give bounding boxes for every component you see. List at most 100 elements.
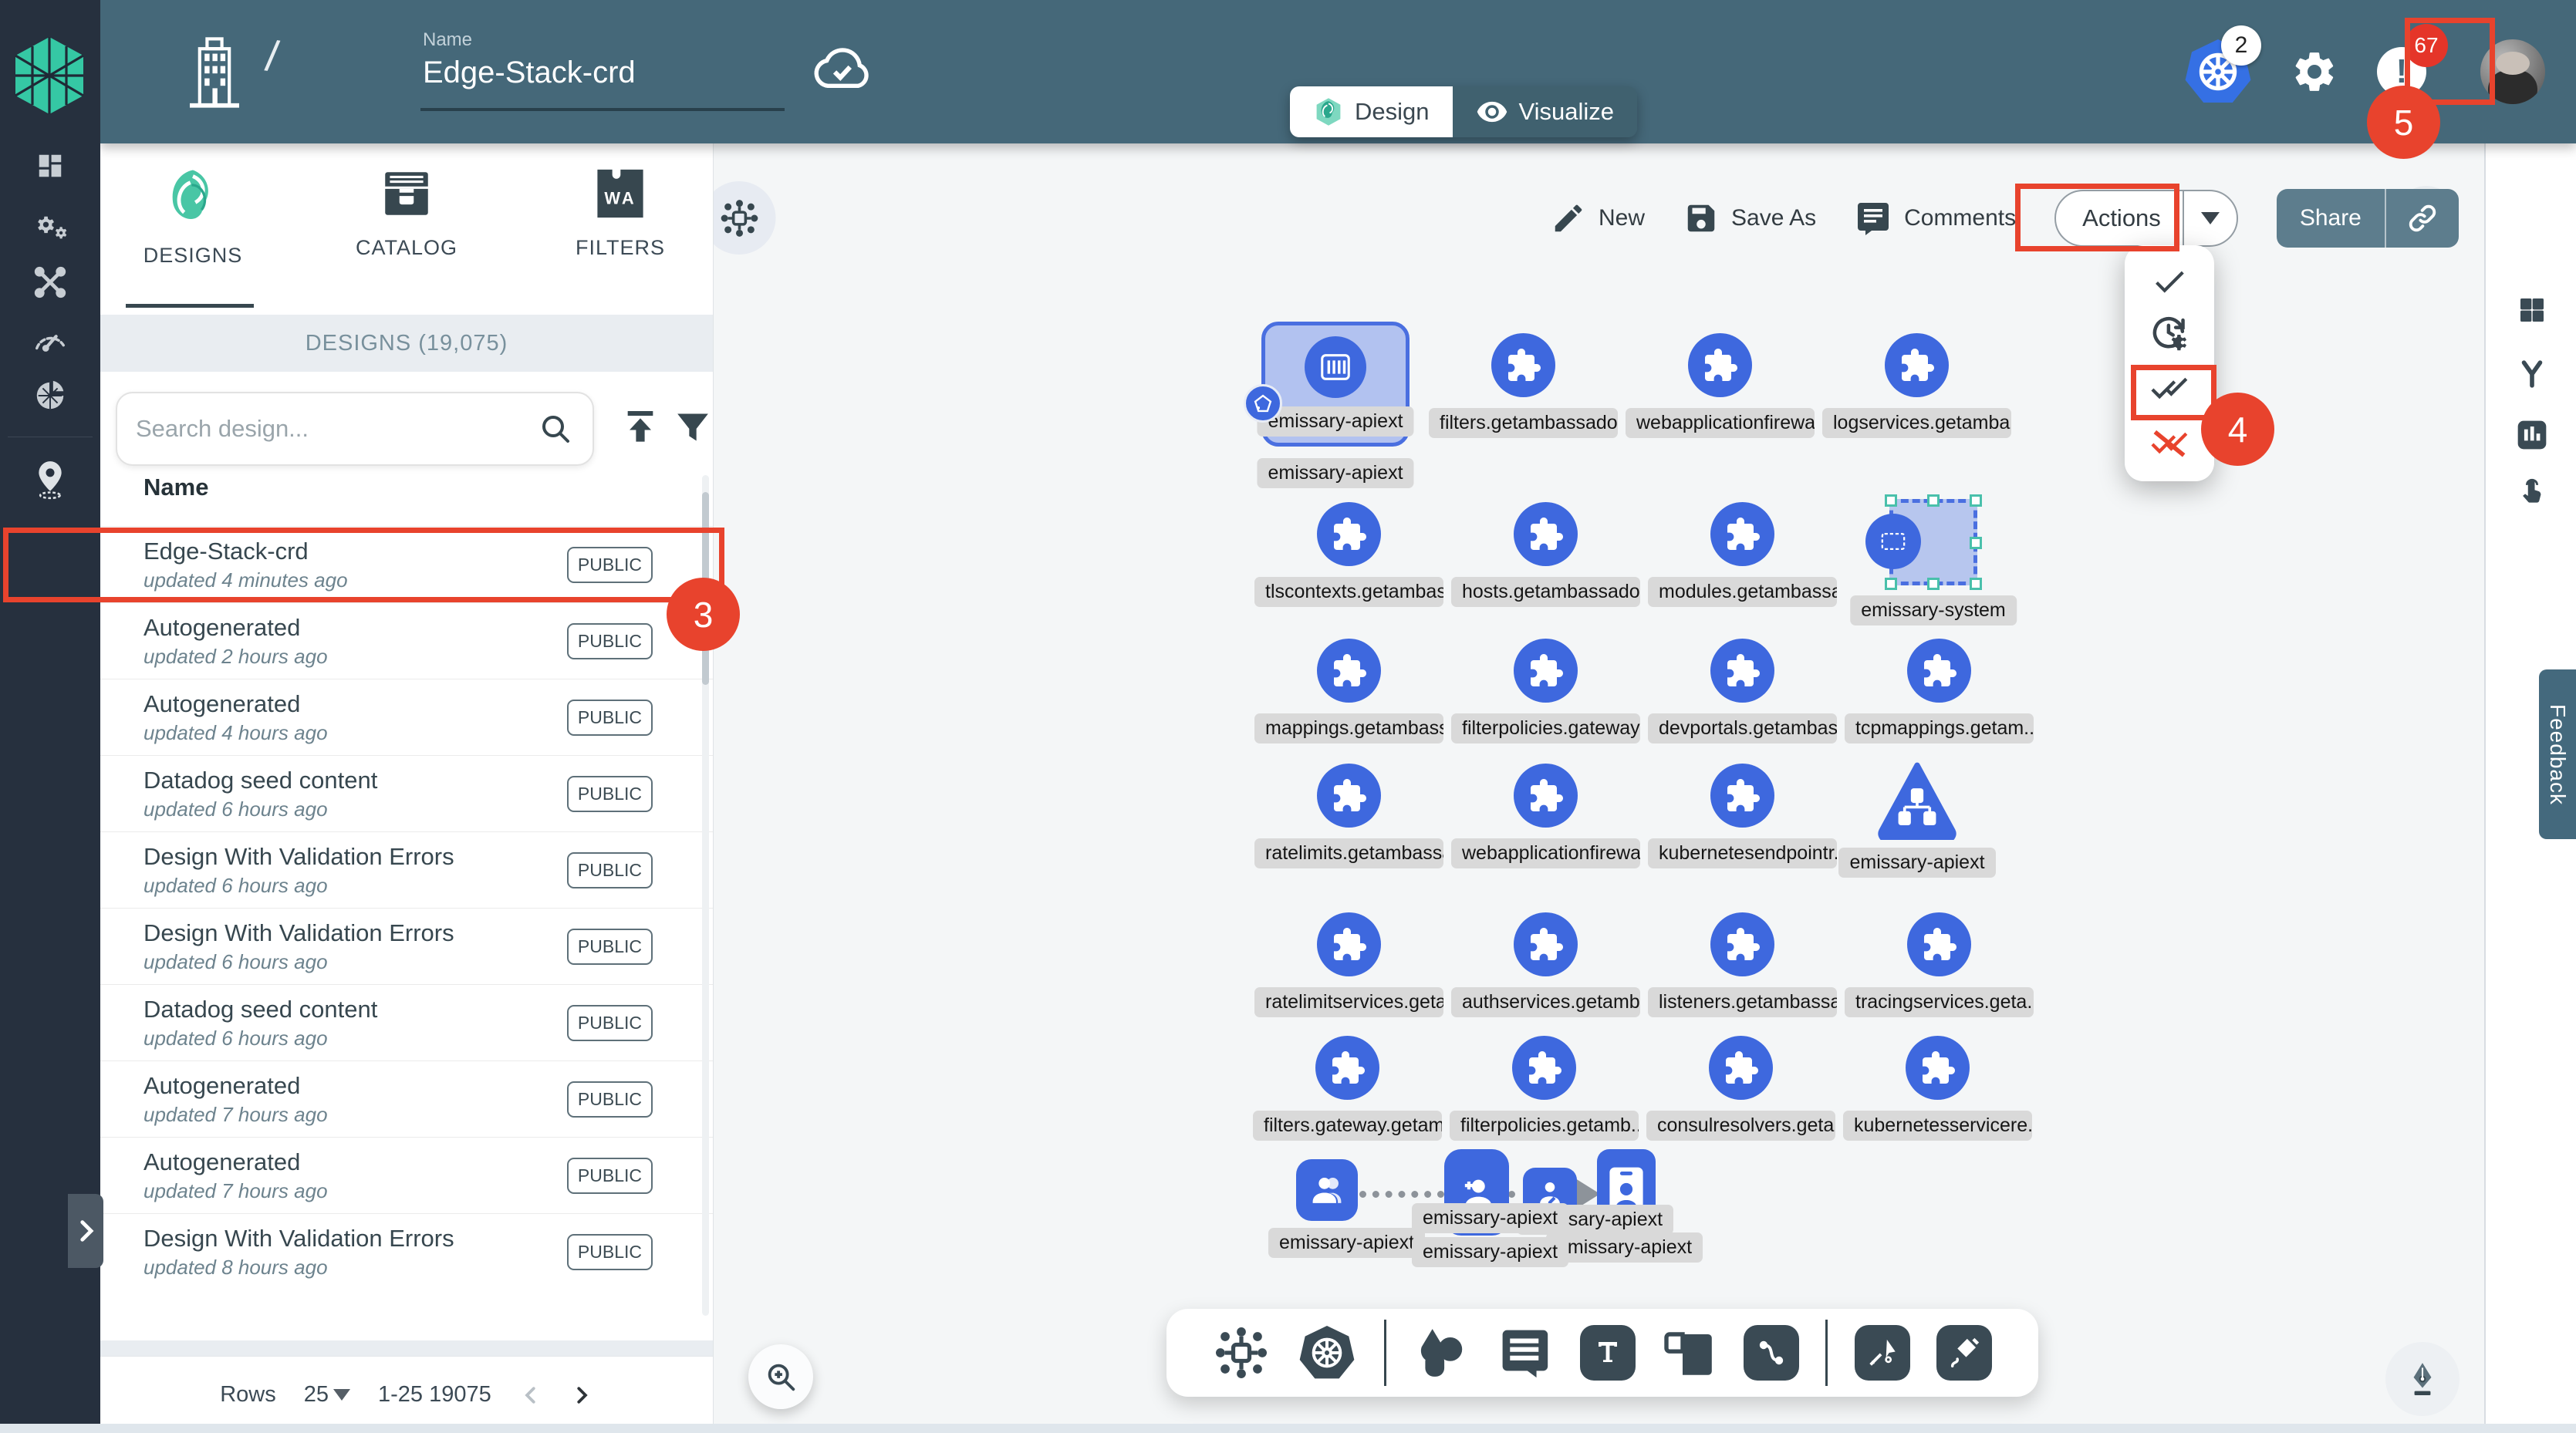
interaction-touch-icon[interactable] [2486,474,2576,506]
new-design-button[interactable]: New [1551,201,1645,236]
wasm-filters-icon: WA [593,165,648,222]
node-shape-badge[interactable] [1244,384,1282,423]
service-account-node[interactable] [1296,1159,1358,1221]
meshery-logo[interactable] [14,35,85,116]
feedback-label: Feedback [2545,704,2570,805]
component-node[interactable]: ratelimits.getambassa... [1251,764,1447,868]
resize-handle[interactable] [1970,494,1982,507]
component-node[interactable]: logservices.getamba... [1818,333,2015,438]
crd-component-icon [1315,1036,1379,1100]
design-name-input[interactable]: Edge-Stack-crd [423,56,636,90]
dry-run-icon[interactable] [2149,312,2190,354]
component-node[interactable]: tracingservices.geta... [1841,912,2038,1017]
resize-handle[interactable] [1927,578,1940,590]
component-node[interactable]: kubernetesservicere... [1839,1036,2036,1141]
component-node[interactable]: mappings.getambass... [1251,639,1447,743]
component-node[interactable]: devportals.getambas... [1644,639,1841,743]
relationships-icon[interactable] [2486,358,2576,390]
pen-select-tool-icon[interactable] [1855,1325,1910,1381]
design-list-item[interactable]: Design With Validation Errors updated 8 … [100,1213,713,1290]
selected-node-emissary-apiext[interactable]: emissary-apiext [1261,322,1410,447]
component-node[interactable]: modules.getambassa... [1644,502,1841,607]
component-node[interactable]: filterpolicies.getamb... [1446,1036,1642,1141]
component-node[interactable]: tlscontexts.getambas... [1251,502,1447,607]
design-list-item[interactable]: Design With Validation Errors updated 6 … [100,908,713,984]
kubernetes-tool-icon[interactable] [1296,1322,1358,1384]
tab-catalog[interactable]: CATALOG [314,165,499,260]
component-node[interactable]: filters.getambassador... [1425,333,1622,438]
component-node[interactable]: filters.gateway.getam... [1249,1036,1446,1141]
component-label: filterpolicies.getamb... [1450,1111,1639,1141]
undeploy-icon[interactable] [2148,421,2191,464]
save-as-button[interactable]: Save As [1683,201,1816,236]
crd-component-icon [1907,912,1971,976]
metrics-icon[interactable] [2486,418,2576,452]
link-tool-icon[interactable] [1744,1325,1799,1381]
component-node[interactable]: consulresolvers.geta... [1642,1036,1839,1141]
tab-filters[interactable]: WA FILTERS [528,165,713,260]
resize-handle[interactable] [1885,578,1897,590]
feedback-tab[interactable]: Feedback [2539,669,2576,839]
tab-visualize[interactable]: Visualize [1453,86,1638,137]
resize-handle[interactable] [1927,494,1940,507]
next-page-icon[interactable] [570,1384,593,1407]
component-node[interactable]: kubernetesendpointr... [1644,764,1841,868]
component-tool-icon[interactable] [1213,1324,1270,1381]
performance-gauge-icon[interactable] [0,324,100,355]
dashboard-icon[interactable] [0,151,100,180]
resize-handle[interactable] [1970,537,1982,549]
lifecycle-gears-icon[interactable] [0,208,100,242]
component-node[interactable]: hosts.getambassador... [1447,502,1644,607]
component-node[interactable]: webapplicationfirewa... [1447,764,1644,868]
prev-page-icon[interactable] [519,1384,542,1407]
design-list-item[interactable]: Design With Validation Errors updated 6 … [100,831,713,908]
crd-component-icon [1317,502,1381,566]
component-node[interactable]: filterpolicies.gateway.... [1447,639,1644,743]
kubernetes-context-count-badge: 2 [2221,25,2261,66]
kubernetes-context-button[interactable]: 2 [2181,35,2255,109]
note-tool-icon[interactable] [1662,1325,1717,1381]
pen-mode-button[interactable] [2385,1342,2460,1416]
node-label: emissary-apiext [1838,848,1995,878]
location-pin-icon[interactable] [0,460,100,500]
tab-design[interactable]: Design [1290,86,1453,137]
component-label: ratelimitservices.geta... [1254,987,1443,1017]
actions-dropdown-toggle[interactable] [2184,212,2237,224]
component-label: webapplicationfirewa... [1451,838,1640,868]
organization-icon[interactable] [181,34,248,108]
configuration-tools-icon[interactable] [0,265,100,299]
endpoint-triangle-node[interactable]: emissary-apiext [1867,760,1967,878]
component-node[interactable]: ratelimitservices.geta... [1251,912,1447,1017]
shapes-tool-icon[interactable] [1413,1324,1470,1381]
extensions-icon[interactable] [0,378,100,413]
design-list-item[interactable]: Autogenerated updated 4 hours ago PUBLIC [100,679,713,755]
validate-check-icon[interactable] [2150,262,2189,301]
zoom-button[interactable] [748,1344,813,1409]
import-design-icon[interactable] [619,406,662,449]
settings-gear-icon[interactable] [2291,48,2338,96]
tab-designs[interactable]: DESIGNS [100,165,285,268]
sidebar-expand-button[interactable] [68,1194,103,1268]
design-list-item[interactable]: Datadog seed content updated 6 hours ago… [100,755,713,831]
rows-per-page-select[interactable]: 25 [304,1382,350,1408]
filter-icon[interactable] [671,406,714,449]
resize-handle[interactable] [1885,494,1897,507]
design-list-item[interactable]: Autogenerated updated 7 hours ago PUBLIC [100,1137,713,1213]
resize-handle[interactable] [1970,578,1982,590]
component-node[interactable]: tcpmappings.getam... [1841,639,2038,743]
share-split-button[interactable]: Share [2277,189,2459,248]
copy-link-button[interactable] [2386,202,2459,234]
comment-tool-icon[interactable] [1497,1324,1554,1381]
design-list-item[interactable]: Autogenerated updated 2 hours ago PUBLIC [100,602,713,679]
comments-button[interactable]: Comments [1855,200,2016,237]
search-design-input[interactable]: Search design... [116,392,594,466]
component-node[interactable]: authservices.getamb... [1447,912,1644,1017]
component-node[interactable]: listeners.getambassa... [1644,912,1841,1017]
design-list-item[interactable]: Datadog seed content updated 6 hours ago… [100,984,713,1060]
design-updated: updated 6 hours ago [143,797,328,821]
design-list-item[interactable]: Autogenerated updated 7 hours ago PUBLIC [100,1060,713,1137]
components-grid-icon[interactable] [2486,295,2576,325]
component-node[interactable]: webapplicationfirewa... [1622,333,1818,438]
freehand-draw-tool-icon[interactable] [1936,1325,1992,1381]
text-tool-icon[interactable] [1580,1325,1636,1381]
